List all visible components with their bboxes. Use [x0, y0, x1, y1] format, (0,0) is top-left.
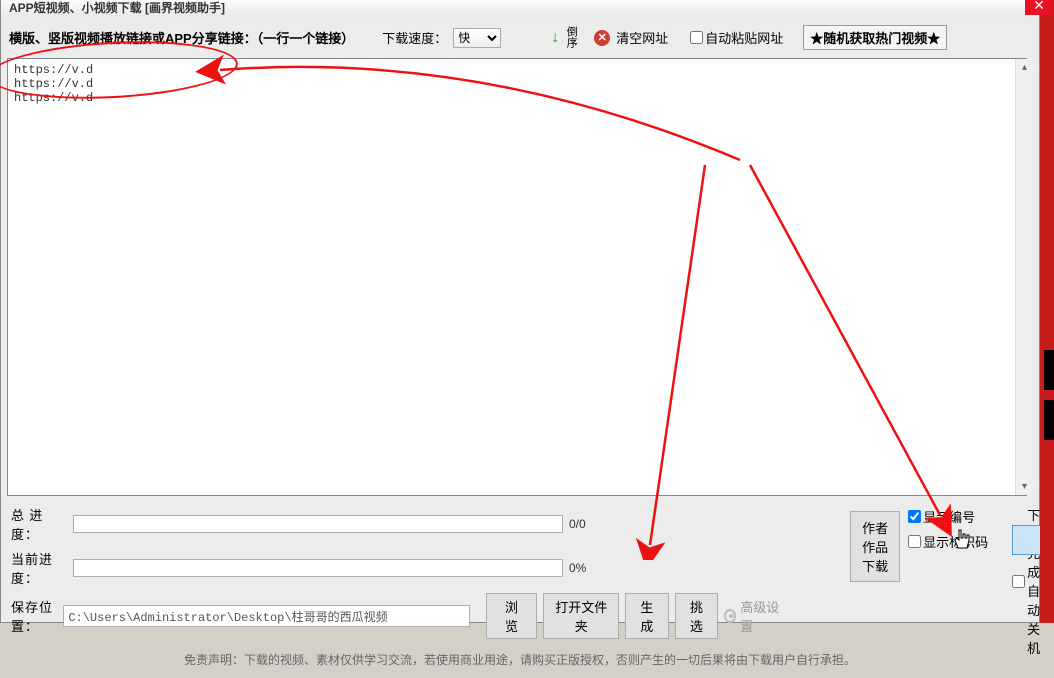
- current-progress-value: 0%: [569, 561, 609, 575]
- side-black-2: [1044, 400, 1054, 440]
- auto-paste-label: 自动粘贴网址: [705, 28, 783, 47]
- url-area: ▴ ▾: [7, 58, 1033, 499]
- show-number-label: 显示编号: [923, 507, 975, 526]
- speed-select[interactable]: 快: [453, 28, 501, 48]
- open-folder-button[interactable]: 打开文件夹: [543, 593, 619, 639]
- auto-paste-input[interactable]: [690, 31, 703, 44]
- show-idcode-checkbox[interactable]: 显示标识码: [908, 532, 988, 551]
- current-progress-label: 当前进度：: [11, 549, 67, 587]
- arrow-down-icon: ↓: [551, 29, 559, 47]
- scroll-up-button[interactable]: ▴: [1016, 59, 1033, 76]
- shutdown-input[interactable]: [1012, 575, 1025, 588]
- save-path-input[interactable]: [63, 605, 470, 627]
- app-title: APP短视频、小视频下载 [画界视频助手]: [9, 0, 225, 16]
- total-progress-label: 总 进 度：: [11, 505, 67, 543]
- browse-button[interactable]: 浏览: [486, 593, 538, 639]
- show-idcode-input[interactable]: [908, 535, 921, 548]
- side-black-1: [1044, 350, 1054, 390]
- clear-x-icon: ✕: [594, 30, 610, 46]
- clear-url-button[interactable]: 清空网址: [616, 28, 668, 47]
- reverse-button[interactable]: 倒序: [565, 26, 576, 50]
- total-progress-value: 0/0: [569, 517, 609, 531]
- generate-button[interactable]: 生成: [625, 593, 669, 639]
- author-works-button[interactable]: 作者作品下载: [850, 511, 900, 582]
- window-buttons: ✕: [1024, 0, 1053, 15]
- current-progress-bar: [73, 559, 563, 577]
- cursor-hand-icon: [952, 528, 972, 552]
- bottom-panel: 总 进 度： 0/0 当前进度： 0% 保存位置： 浏览 打开文: [7, 503, 1033, 672]
- gear-icon: [724, 609, 736, 623]
- vertical-scrollbar[interactable]: ▴ ▾: [1015, 59, 1032, 495]
- show-number-input[interactable]: [908, 510, 921, 523]
- url-textarea[interactable]: [7, 58, 1027, 496]
- select-button[interactable]: 挑选: [675, 593, 719, 639]
- speed-label: 下载速度：: [382, 28, 447, 47]
- show-number-checkbox[interactable]: 显示编号: [908, 507, 975, 526]
- auto-paste-checkbox[interactable]: 自动粘贴网址: [690, 28, 783, 47]
- total-progress-bar: [73, 515, 563, 533]
- advanced-settings-button[interactable]: 高级设置: [724, 597, 782, 635]
- scroll-down-button[interactable]: ▾: [1016, 478, 1033, 495]
- close-window-button[interactable]: ✕: [1025, 0, 1053, 15]
- titlebar: APP短视频、小视频下载 [画界视频助手]: [1, 0, 1039, 17]
- side-red-bar: [1040, 0, 1054, 623]
- save-path-label: 保存位置：: [11, 597, 57, 635]
- disclaimer-text: 免责声明：下载的视频、素材仅供学习交流，若使用商业用途，请购买正版授权，否则产生…: [11, 645, 1029, 670]
- random-hot-button[interactable]: ★随机获取热门视频★: [803, 25, 947, 50]
